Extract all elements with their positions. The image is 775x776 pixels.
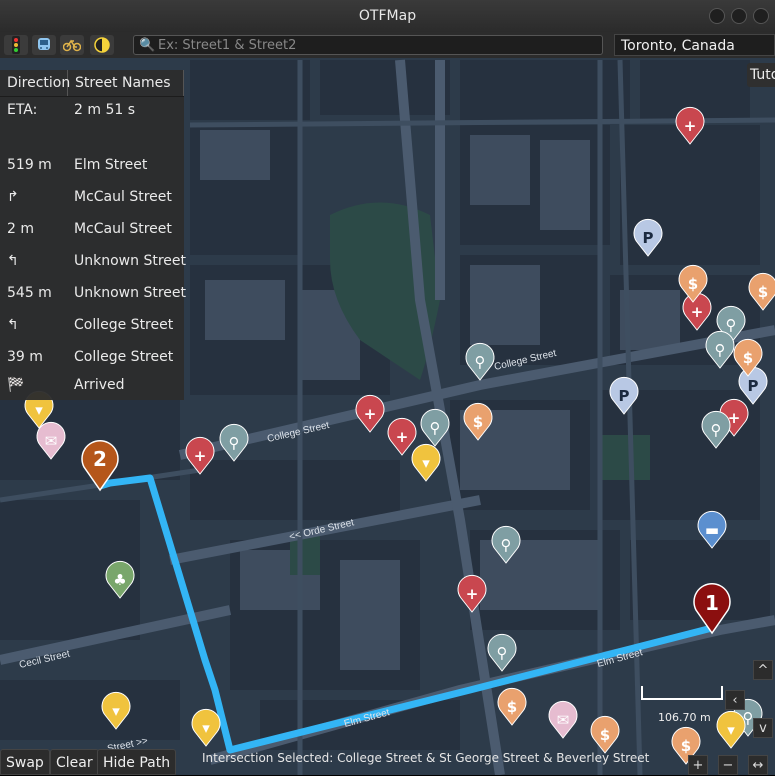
status-text: Intersection Selected: College Street & …: [202, 751, 650, 765]
svg-text:⚲: ⚲: [430, 419, 441, 437]
eta-label: ETA:: [7, 102, 38, 118]
search-input[interactable]: 🔍 Ex: Street1 & Street2: [133, 35, 603, 55]
turn-left-icon: ↰: [7, 253, 19, 269]
direction-row[interactable]: 2 m McCaul Street: [0, 218, 184, 240]
directions-panel: Direction Street Names ETA: 2 m 51 s 519…: [0, 70, 186, 400]
svg-text:⚲: ⚲: [501, 536, 512, 554]
svg-text:✉: ✉: [45, 432, 58, 450]
svg-text:P: P: [748, 377, 759, 395]
swap-button[interactable]: Swap: [0, 749, 50, 775]
svg-text:⚲: ⚲: [726, 316, 737, 334]
svg-text:⚲: ⚲: [715, 341, 726, 359]
svg-text:$: $: [758, 283, 768, 301]
toolbar: 🔍 Ex: Street1 & Street2 Toronto, Canada: [0, 32, 775, 58]
svg-text:♣: ♣: [113, 571, 126, 589]
direction-cell: 39 m: [7, 349, 43, 365]
svg-text:▾: ▾: [112, 702, 120, 720]
svg-text:+: +: [466, 585, 479, 603]
svg-text:$: $: [681, 737, 691, 755]
eta-value: 2 m 51 s: [74, 102, 136, 118]
scale-label: 106.70 m: [658, 711, 711, 724]
pan-left-chevron-icon[interactable]: ‹: [725, 690, 745, 710]
street-cell: Unknown Street: [74, 285, 186, 301]
direction-row[interactable]: 39 m College Street: [0, 346, 184, 368]
search-placeholder: Ex: Street1 & Street2: [158, 38, 297, 53]
direction-row[interactable]: 545 m Unknown Street: [0, 282, 186, 304]
direction-cell: 519 m: [7, 157, 52, 173]
end-marker-label: 2: [93, 447, 107, 471]
svg-text:▾: ▾: [202, 719, 210, 737]
direction-column-header[interactable]: Direction: [0, 70, 70, 96]
direction-row[interactable]: ↱ McCaul Street: [0, 186, 184, 208]
svg-text:+: +: [194, 447, 207, 465]
direction-row[interactable]: ↰ College Street: [0, 314, 184, 336]
bicycle-icon[interactable]: [60, 35, 84, 55]
svg-text:+: +: [684, 117, 697, 135]
direction-cell: 545 m: [7, 285, 52, 301]
title-bar: OTFMap: [0, 0, 775, 33]
zoom-out-chevron-icon[interactable]: v: [753, 718, 773, 738]
svg-text:$: $: [473, 413, 483, 431]
finish-flag-icon: 🏁: [7, 377, 25, 393]
transit-icon[interactable]: [32, 35, 56, 55]
direction-cell: 2 m: [7, 221, 34, 237]
street-cell: Unknown Street: [74, 253, 186, 269]
street-cell: McCaul Street: [74, 221, 172, 237]
street-cell: Arrived: [74, 377, 125, 393]
street-cell: Elm Street: [74, 157, 148, 173]
street-cell: College Street: [74, 349, 174, 365]
svg-text:+: +: [691, 303, 704, 321]
expand-icon[interactable]: ↔: [748, 755, 768, 775]
svg-text:+: +: [396, 428, 409, 446]
directions-header: Direction Street Names: [0, 70, 184, 97]
svg-text:+: +: [364, 405, 377, 423]
svg-text:$: $: [688, 275, 698, 293]
hide-path-button[interactable]: Hide Path: [97, 749, 177, 775]
start-marker-label: 1: [705, 591, 719, 615]
zoom-plus-icon[interactable]: +: [688, 755, 708, 775]
svg-text:$: $: [743, 349, 753, 367]
street-cell: McCaul Street: [74, 189, 172, 205]
svg-text:⚲: ⚲: [711, 421, 722, 439]
clear-button[interactable]: Clear: [50, 749, 99, 775]
svg-text:⚲: ⚲: [229, 434, 240, 452]
direction-row[interactable]: 519 m Elm Street: [0, 154, 184, 176]
svg-text:P: P: [643, 229, 654, 247]
svg-text:P: P: [619, 387, 630, 405]
location-field[interactable]: Toronto, Canada: [614, 34, 775, 56]
window-controls: [709, 8, 769, 24]
maximize-button[interactable]: [731, 8, 747, 24]
minimize-button[interactable]: [709, 8, 725, 24]
traffic-light-icon[interactable]: [4, 35, 28, 55]
street-cell: College Street: [74, 317, 174, 333]
direction-row[interactable]: 🏁 Arrived: [0, 374, 184, 396]
svg-text:⚲: ⚲: [475, 353, 486, 371]
search-icon: 🔍: [139, 38, 156, 53]
turn-left-icon: ↰: [7, 317, 19, 333]
zoom-minus-icon[interactable]: −: [718, 755, 738, 775]
window-title: OTFMap: [358, 8, 417, 24]
scale-bar: [641, 686, 723, 700]
svg-text:⚲: ⚲: [497, 644, 508, 662]
svg-text:▬: ▬: [705, 521, 719, 539]
svg-text:✉: ✉: [557, 711, 570, 729]
close-button[interactable]: [753, 8, 769, 24]
contrast-icon[interactable]: [90, 35, 114, 55]
turn-right-icon: ↱: [7, 189, 19, 205]
svg-text:$: $: [600, 726, 610, 744]
svg-text:$: $: [507, 698, 517, 716]
svg-text:▾: ▾: [422, 454, 430, 472]
direction-row[interactable]: ↰ Unknown Street: [0, 250, 186, 272]
svg-text:▾: ▾: [35, 401, 43, 419]
street-column-header[interactable]: Street Names: [68, 70, 184, 96]
svg-text:▾: ▾: [727, 721, 735, 739]
eta-row: ETA: 2 m 51 s: [0, 99, 184, 121]
zoom-in-chevron-icon[interactable]: ^: [753, 660, 773, 680]
tutorial-button[interactable]: Tuto: [747, 63, 775, 87]
